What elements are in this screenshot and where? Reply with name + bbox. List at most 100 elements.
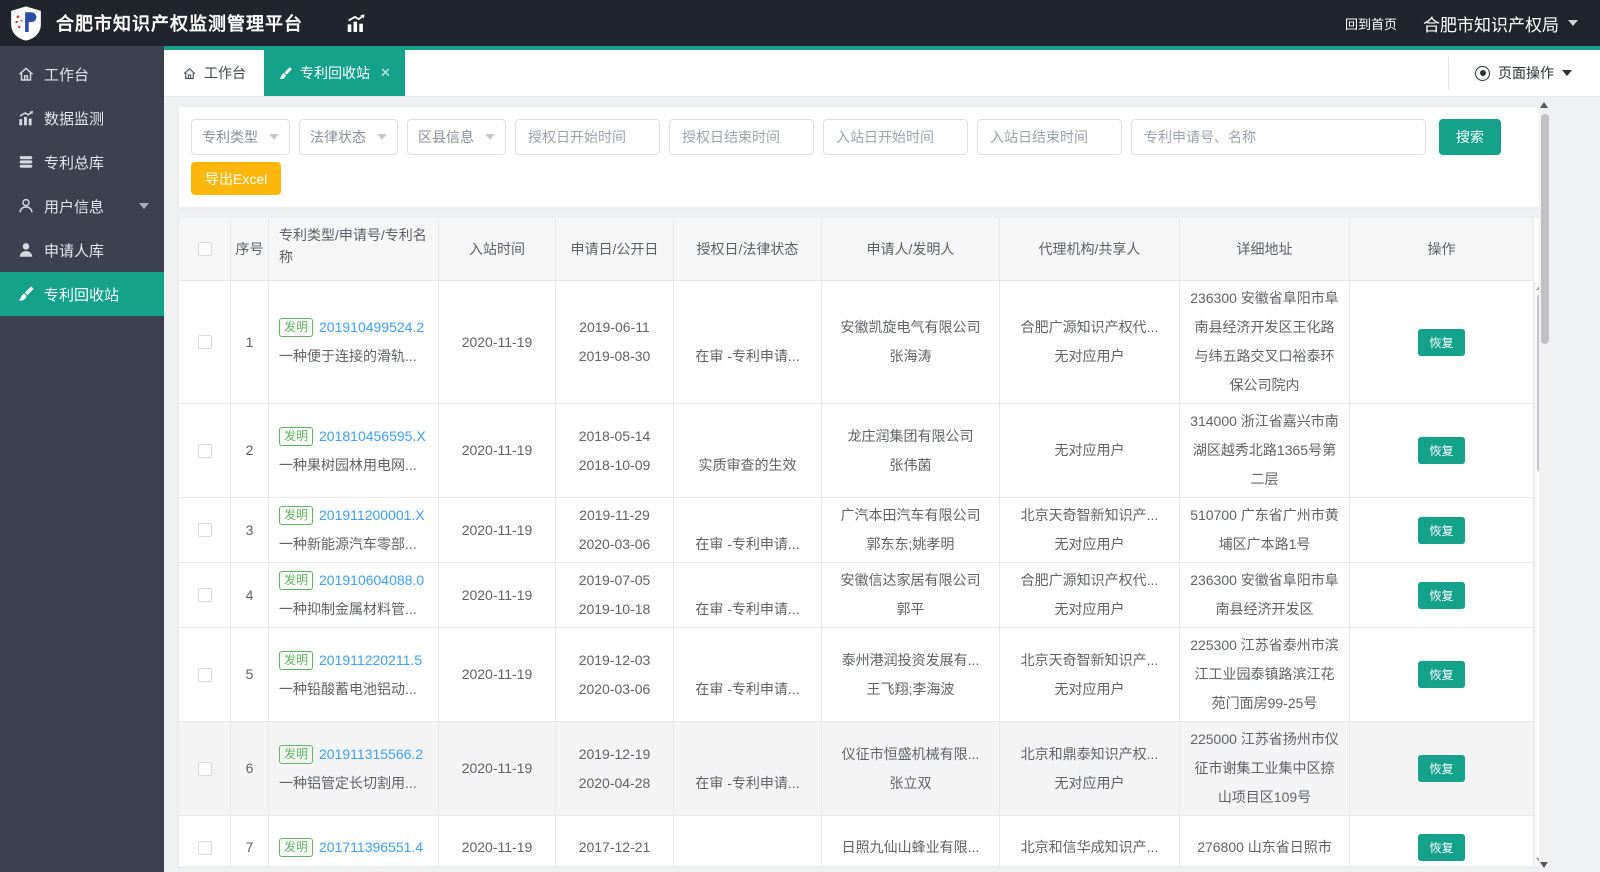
date-input-2[interactable] xyxy=(669,119,814,155)
filter-select-2[interactable]: 法律状态 xyxy=(299,119,398,155)
date-input-1[interactable] xyxy=(515,119,660,155)
search-button[interactable]: 搜索 xyxy=(1439,119,1501,155)
select-all-checkbox[interactable] xyxy=(197,242,212,256)
address: 276800 山东省日照市 xyxy=(1197,839,1332,855)
applicant: 龙庄润集团有限公司 xyxy=(847,427,974,444)
agency: 北京天奇智新知识产... xyxy=(1020,651,1159,668)
export-row: 导出Excel xyxy=(191,162,1532,195)
apply-date: 2019-07-05 xyxy=(578,572,651,588)
tab-label: 专利回收站 xyxy=(300,65,370,81)
dates-cell: 2017-12-21 xyxy=(556,816,674,866)
export-excel-button[interactable]: 导出Excel xyxy=(191,162,282,195)
restore-button[interactable]: 恢复 xyxy=(1418,834,1465,861)
row-checkbox[interactable] xyxy=(197,588,212,602)
back-home-link[interactable]: 回到首页 xyxy=(1345,14,1397,33)
dates-cell: 2019-06-11 2019-08-30 xyxy=(556,281,674,403)
checkbox-cell xyxy=(179,563,231,627)
patent-number-link[interactable]: 201810456595.X xyxy=(319,428,426,444)
tab-workbench[interactable]: 工作台 xyxy=(164,50,264,96)
action-cell: 恢复 xyxy=(1350,628,1534,721)
account-menu[interactable]: 合肥市知识产权局 xyxy=(1423,11,1578,36)
sharer: 无对应用户 xyxy=(1054,348,1125,364)
restore-button[interactable]: 恢复 xyxy=(1418,328,1465,356)
apply-date: 2018-05-14 xyxy=(578,427,651,444)
patent-cell: 发明 201910604088.0 一种抑制金属材料管... xyxy=(269,563,439,627)
home-icon xyxy=(17,65,35,83)
keyword-input[interactable] xyxy=(1131,119,1426,155)
restore-button[interactable]: 恢复 xyxy=(1418,437,1465,464)
sidebar-item-layers[interactable]: 专利总库 xyxy=(0,140,164,184)
row-number: 1 xyxy=(231,281,269,403)
sidebar-item-label: 数据监测 xyxy=(44,110,105,128)
tab-patent-recycle[interactable]: 专利回收站 ✕ xyxy=(264,50,405,96)
row-checkbox[interactable] xyxy=(197,523,212,537)
patent-number-link[interactable]: 201711396551.4 xyxy=(319,839,423,855)
close-icon[interactable]: ✕ xyxy=(380,65,391,81)
restore-button[interactable]: 恢复 xyxy=(1418,581,1465,609)
table-row: 1 发明 201910499524.2 一种便于连接的滑轨... 2020-11-19 2… xyxy=(179,281,1534,404)
entry-date-cell: 2020-11-19 xyxy=(439,281,556,403)
row-checkbox[interactable] xyxy=(197,667,212,682)
filter-panel: 专利类型 法律状态 区县信息 搜索 导出Excel xyxy=(178,106,1545,208)
applicant-cell: 仪征市恒盛机械有限... 张立双 xyxy=(822,722,1000,815)
row-checkbox[interactable] xyxy=(197,335,212,349)
apply-date: 2019-12-19 xyxy=(578,745,651,762)
sidebar-item-user[interactable]: 用户信息 xyxy=(0,184,164,228)
select-all-cell xyxy=(179,218,231,280)
column-header: 授权日/法律状态 xyxy=(674,218,822,280)
status-cell xyxy=(674,816,822,866)
date-input-4[interactable] xyxy=(977,119,1122,155)
patent-number-link[interactable]: 201910499524.2 xyxy=(319,319,424,335)
patent-cell: 发明 201911315566.2 一种铝管定长切割用... xyxy=(269,722,439,815)
row-checkbox[interactable] xyxy=(197,840,212,855)
applicant: 安徽信达家居有限公司 xyxy=(840,572,981,588)
sidebar-item-chart[interactable]: 数据监测 xyxy=(0,96,164,140)
restore-button[interactable]: 恢复 xyxy=(1418,661,1465,688)
sidebar-item-home[interactable]: 工作台 xyxy=(0,52,164,96)
address: 510700 广东省广州市黄埔区广本路1号 xyxy=(1190,507,1339,552)
dates-cell: 2019-11-29 2020-03-06 xyxy=(556,498,674,562)
date-input-3[interactable] xyxy=(823,119,968,155)
scroll-down-icon[interactable] xyxy=(1540,862,1548,868)
filter-select-1[interactable]: 专利类型 xyxy=(191,119,290,155)
brush-icon xyxy=(17,285,35,303)
inventor: 郭东东;姚孝明 xyxy=(866,536,955,552)
table-row: 2 发明 201810456595.X 一种果树园林用电网... 2020-11-19 2… xyxy=(179,404,1534,498)
scrollbar-thumb[interactable] xyxy=(1540,114,1549,344)
apply-date: 2019-11-29 xyxy=(579,507,650,523)
restore-button[interactable]: 恢复 xyxy=(1418,755,1465,782)
status-cell: 在审 -专利申请... xyxy=(674,563,822,627)
sharer: 无对应用户 xyxy=(1054,774,1125,791)
filter-select-3[interactable]: 区县信息 xyxy=(407,119,506,155)
address-cell: 510700 广东省广州市黄埔区广本路1号 xyxy=(1180,498,1350,562)
app-logo xyxy=(8,5,44,41)
patent-number-link[interactable]: 201911315566.2 xyxy=(319,746,423,762)
checkbox-cell xyxy=(179,628,231,721)
column-header: 入站时间 xyxy=(439,218,556,280)
agency: 北京天奇智新知识产... xyxy=(1020,507,1159,523)
legal-status: 实质审查的生效 xyxy=(698,456,797,473)
page-actions-menu[interactable]: 页面操作 xyxy=(1475,63,1572,83)
column-header: 专利类型/申请号/专利名称 xyxy=(269,218,439,280)
patent-number-link[interactable]: 201911220211.5 xyxy=(319,652,422,668)
row-number: 3 xyxy=(231,498,269,562)
sidebar-item-person[interactable]: 申请人库 xyxy=(0,228,164,272)
entry-date-cell: 2020-11-19 xyxy=(439,816,556,866)
panel-scrollbar[interactable] xyxy=(1539,98,1550,872)
sidebar-item-brush[interactable]: 专利回收站 xyxy=(0,272,164,316)
scroll-up-icon[interactable] xyxy=(1540,102,1548,108)
chart-logo-icon xyxy=(345,12,367,34)
agency-cell: 合肥广源知识产权代... 无对应用户 xyxy=(1000,281,1180,403)
patent-number-link[interactable]: 201910604088.0 xyxy=(319,572,424,588)
app-title: 合肥市知识产权监测管理平台 xyxy=(56,14,303,34)
patent-cell: 发明 201810456595.X 一种果树园林用电网... xyxy=(269,404,439,497)
inventor: 王飞翔;李海波 xyxy=(866,680,955,697)
patent-number-link[interactable]: 201911200001.X xyxy=(319,507,425,523)
tab-label: 工作台 xyxy=(204,65,246,81)
row-checkbox[interactable] xyxy=(197,761,212,776)
row-checkbox[interactable] xyxy=(197,443,212,458)
applicant-cell: 泰州港润投资发展有... 王飞翔;李海波 xyxy=(822,628,1000,721)
filter-row: 专利类型 法律状态 区县信息 搜索 xyxy=(191,119,1532,155)
person-icon xyxy=(17,241,35,259)
restore-button[interactable]: 恢复 xyxy=(1418,516,1465,544)
